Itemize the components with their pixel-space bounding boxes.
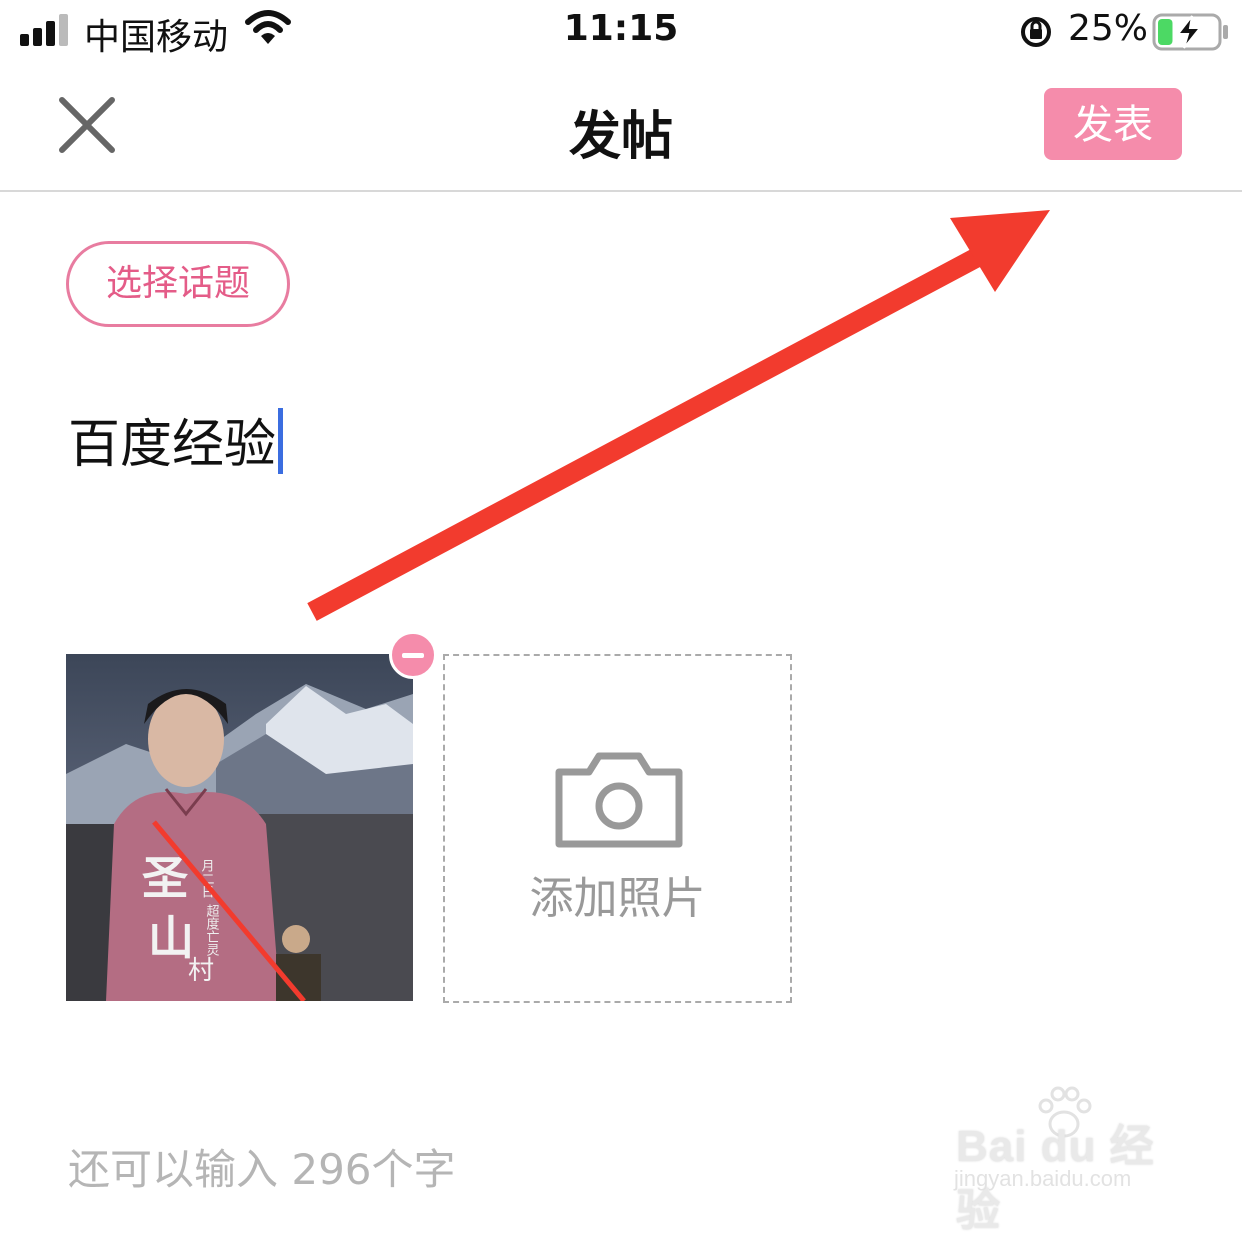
battery-charging-icon xyxy=(1152,13,1228,51)
text-caret xyxy=(278,408,284,474)
orientation-lock-icon xyxy=(1021,17,1051,47)
movie-poster-image: 圣 山 村 月二日 超度亡灵 xyxy=(66,654,413,1001)
selected-photo-thumbnail[interactable]: 圣 山 村 月二日 超度亡灵 xyxy=(66,654,413,1001)
post-text-value: 百度经验 xyxy=(68,415,277,475)
poster-vertical-text-2: 超度亡灵 xyxy=(204,904,220,957)
camera-icon xyxy=(555,752,683,848)
nav-bar: 发帖 发表 xyxy=(0,64,1242,192)
post-text-input[interactable]: 百度经验 xyxy=(68,404,284,486)
add-photo-label: 添加照片 xyxy=(529,873,706,924)
status-time: 11:15 xyxy=(563,8,679,49)
poster-caption-1: 圣 xyxy=(142,851,188,905)
remaining-chars-counter: 还可以输入 296个字 xyxy=(68,1145,456,1194)
baidu-jingyan-watermark: Bai du 经验 jingyan.baidu.com xyxy=(950,1086,1190,1235)
watermark-url: jingyan.baidu.com xyxy=(954,1166,1132,1191)
remove-photo-button[interactable] xyxy=(389,631,437,679)
publish-button[interactable]: 发表 xyxy=(1044,88,1182,160)
select-topic-button[interactable]: 选择话题 xyxy=(66,241,290,327)
battery-percent: 25% xyxy=(1068,8,1149,49)
status-bar: 中国移动 11:15 25% xyxy=(0,0,1242,64)
add-photo-button[interactable]: 添加照片 xyxy=(443,654,792,1003)
poster-caption-3: 村 xyxy=(188,956,214,986)
